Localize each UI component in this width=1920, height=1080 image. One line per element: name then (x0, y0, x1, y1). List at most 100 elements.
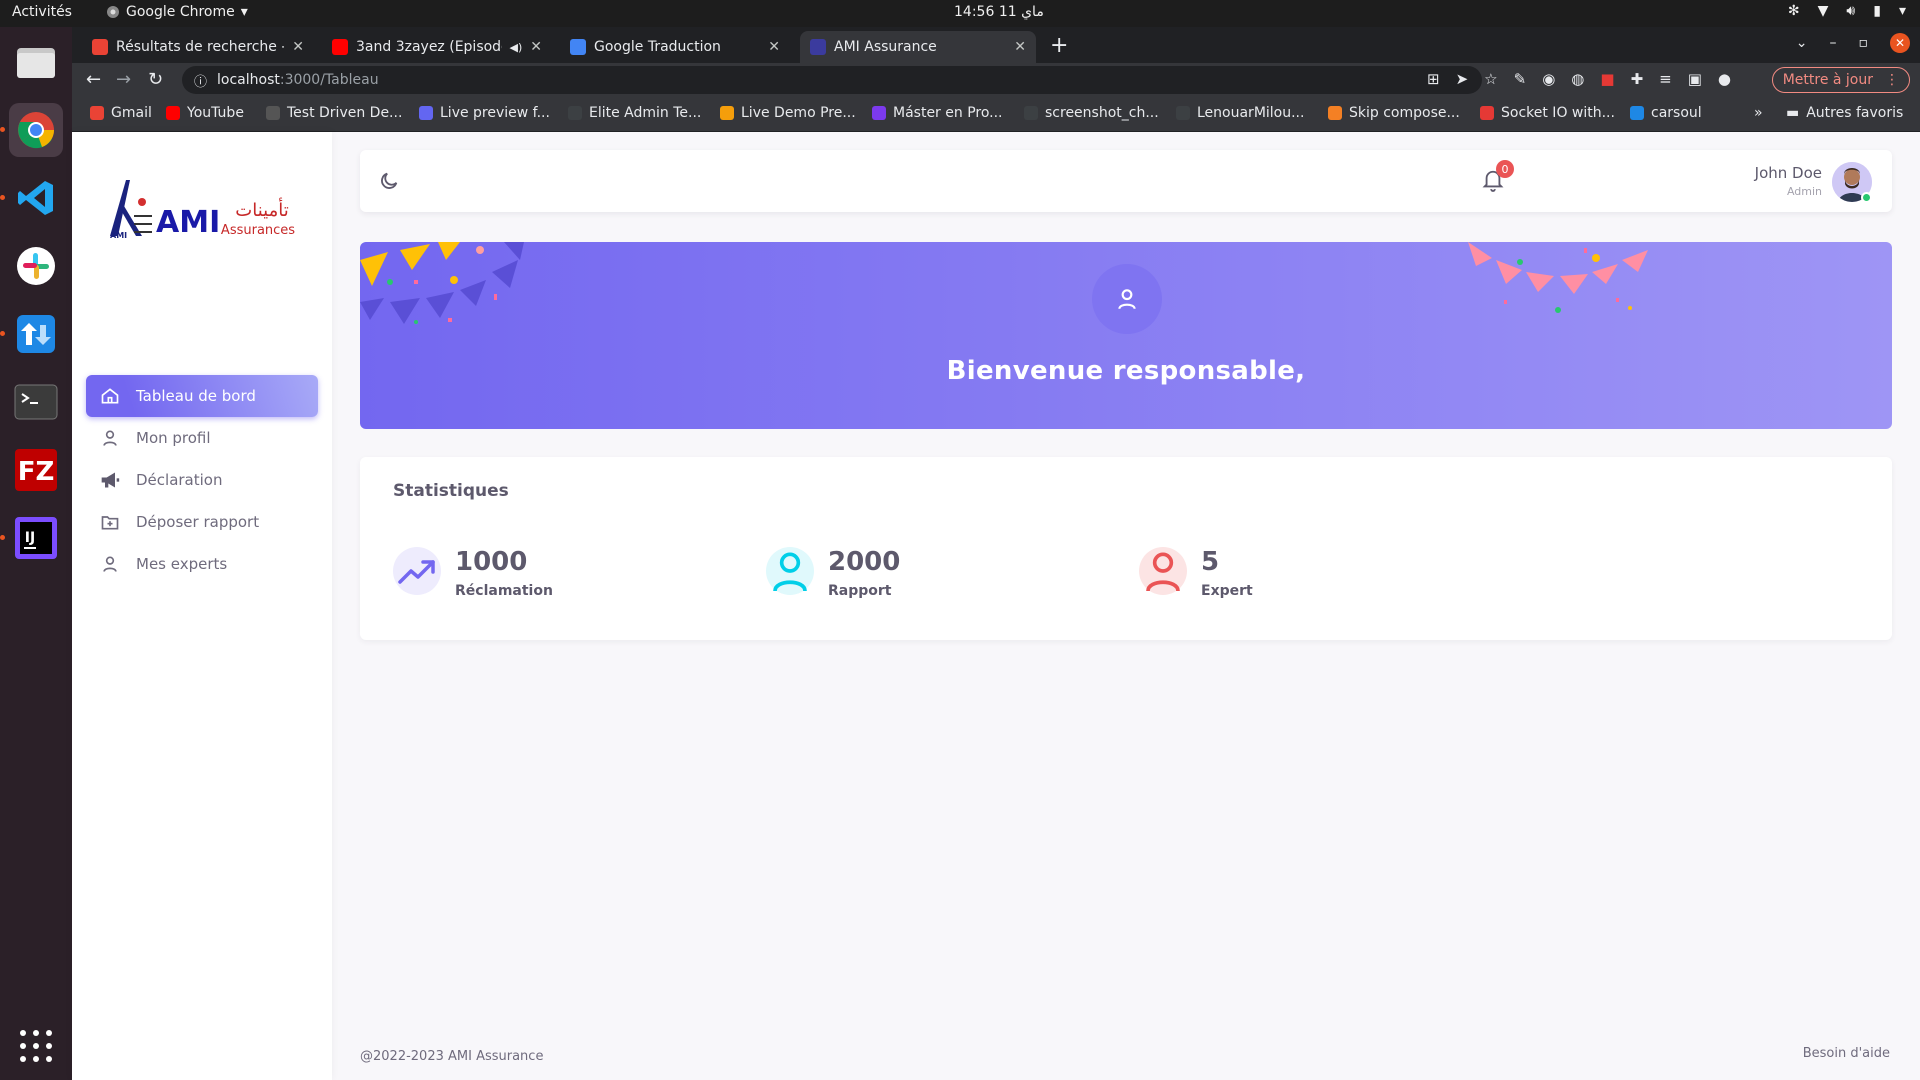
bookmark-lenouar[interactable]: LenouarMilou... (1176, 105, 1304, 121)
filezilla-icon: FZ (15, 449, 57, 491)
banner-user-avatar (1092, 264, 1162, 334)
volume-icon[interactable]: 🔊︎ (1846, 3, 1855, 19)
sidebar-item-mes-experts[interactable]: Mes experts (86, 543, 318, 585)
new-tab-button[interactable]: + (1050, 33, 1068, 58)
dock-vscode[interactable] (0, 171, 63, 225)
back-arrow-icon[interactable]: ← (86, 69, 101, 90)
more-vert-icon[interactable]: ⋮ (1885, 72, 1899, 88)
tab-search-icon[interactable]: ⌄ (1796, 35, 1808, 51)
reload-icon[interactable]: ↻ (148, 69, 163, 90)
dock-chrome[interactable] (0, 103, 63, 157)
close-tab-icon[interactable]: ✕ (292, 39, 304, 55)
browser-tab-ami[interactable]: AMI Assurance ✕ (800, 31, 1036, 63)
sidebar-item-label: Déclaration (136, 471, 223, 489)
folder-icon: ▬ (1786, 105, 1800, 121)
dock-filezilla[interactable]: FZ (9, 443, 63, 497)
dock-terminal[interactable] (9, 375, 63, 429)
puzzle-icon[interactable]: ✚ (1631, 70, 1644, 88)
upload-download-icon (17, 315, 55, 353)
pen-extension-icon[interactable]: ✎ (1514, 70, 1527, 88)
update-chrome-button[interactable]: Mettre à jour ⋮ (1771, 67, 1910, 93)
app-menu[interactable]: Google Chrome ▾ (106, 4, 248, 20)
forward-arrow-icon[interactable]: → (116, 69, 131, 90)
browser-tab-gmail[interactable]: Résultats de recherche - b ✕ (82, 31, 314, 63)
gmail-icon (90, 106, 104, 120)
system-tray[interactable]: ✻ ▼ 🔊︎ ▮ ▾ (1788, 3, 1906, 19)
svg-text:FZ: FZ (18, 457, 55, 487)
sidebar-item-declaration[interactable]: Déclaration (86, 459, 318, 501)
dock-intellij[interactable]: IJ (0, 511, 63, 565)
user-icon (100, 428, 120, 448)
battery-icon[interactable]: ▮ (1873, 3, 1881, 19)
bookmark-favicon-icon (1480, 106, 1494, 120)
clock[interactable]: ماي 11 14:56 (954, 4, 1044, 20)
close-window-button[interactable]: ✕ (1890, 33, 1910, 53)
dock-files[interactable] (9, 35, 63, 89)
bookmark-gmail[interactable]: Gmail (90, 105, 152, 121)
audio-playing-icon[interactable]: ◀) (510, 41, 523, 54)
profile-icon[interactable]: ● (1718, 70, 1731, 88)
sidebar-item-mon-profil[interactable]: Mon profil (86, 417, 318, 459)
user-icon (766, 547, 814, 595)
welcome-banner: Bienvenue responsable, (360, 242, 1892, 429)
dock-slack[interactable] (9, 239, 63, 293)
moon-icon[interactable] (378, 170, 400, 196)
sidebar-item-tableau-de-bord[interactable]: Tableau de bord (86, 375, 318, 417)
bookmark-star-icon[interactable]: ☆ (1484, 70, 1497, 88)
side-panel-icon[interactable]: ▣ (1688, 70, 1702, 88)
intellij-icon: IJ (15, 517, 57, 559)
ami-logo[interactable]: AMI AMI تأمينات Assurances (106, 166, 306, 246)
megaphone-icon (100, 470, 120, 490)
media-control-icon[interactable]: ≡ (1659, 70, 1672, 88)
bookmark-carsoul[interactable]: carsoul (1630, 105, 1702, 121)
welcome-title: Bienvenue responsable, (946, 356, 1306, 386)
power-menu-icon[interactable]: ▾ (1899, 3, 1906, 19)
svg-text:AMI: AMI (156, 205, 220, 240)
color-extension-icon[interactable]: ◉ (1542, 70, 1555, 88)
translate-page-icon[interactable]: ⊞ (1427, 70, 1440, 88)
site-info-icon[interactable]: ⓘ (194, 71, 207, 90)
file-plus-icon (100, 512, 120, 532)
sidebar-item-label: Tableau de bord (136, 387, 256, 405)
bookmark-favicon-icon (266, 106, 280, 120)
url-path: :3000/Tableau (279, 72, 379, 88)
bookmark-elite-admin[interactable]: Elite Admin Te... (568, 105, 701, 121)
sidebar-item-deposer-rapport[interactable]: Déposer rapport (86, 501, 318, 543)
bookmark-live-preview[interactable]: Live preview f... (419, 105, 550, 121)
show-applications-icon[interactable] (20, 1030, 52, 1062)
more-bookmarks-icon[interactable]: » (1754, 105, 1763, 121)
bookmark-favicon-icon (568, 106, 582, 120)
extensions-area: ⊞ ➤ ☆ ✎ ◉ ◍ ■ ✚ ≡ ▣ ● (1427, 70, 1731, 88)
close-tab-icon[interactable]: ✕ (768, 39, 780, 55)
notification-badge: 0 (1496, 160, 1514, 178)
bookmark-screenshot[interactable]: screenshot_ch... (1024, 105, 1159, 121)
sidebar-item-label: Mon profil (136, 429, 211, 447)
wifi-icon[interactable]: ▼ (1818, 3, 1829, 19)
slack-tray-icon[interactable]: ✻ (1788, 3, 1800, 19)
bookmark-test-driven[interactable]: Test Driven De... (266, 105, 402, 121)
other-bookmarks[interactable]: ▬ Autres favoris (1786, 105, 1903, 121)
minimize-button[interactable]: – (1830, 35, 1837, 51)
send-icon[interactable]: ➤ (1456, 70, 1469, 88)
browser-tab-translate[interactable]: Google Traduction ✕ (560, 31, 790, 63)
stat-expert: 5 Expert (1139, 547, 1253, 599)
browser-tab-youtube[interactable]: 3and 3zayez (Episode ◀) ✕ (322, 31, 552, 63)
close-tab-icon[interactable]: ✕ (1014, 39, 1026, 55)
user-name[interactable]: John Doe (1755, 164, 1822, 182)
close-tab-icon[interactable]: ✕ (530, 39, 542, 55)
restore-button[interactable]: ▫ (1859, 35, 1869, 51)
system-top-bar: Activités Google Chrome ▾ ماي 11 14:56 ✻… (0, 0, 1920, 27)
bookmark-skip-compose[interactable]: Skip compose... (1328, 105, 1460, 121)
bookmark-socket-io[interactable]: Socket IO with... (1480, 105, 1615, 121)
address-bar[interactable]: ⓘ localhost:3000/Tableau (182, 66, 1482, 94)
dock-transfer-app[interactable] (0, 307, 63, 361)
bookmark-youtube[interactable]: YouTube (166, 105, 244, 121)
gmail-icon (92, 39, 108, 55)
help-link[interactable]: Besoin d'aide (1803, 1046, 1890, 1061)
bookmark-live-demo[interactable]: Live Demo Pre... (720, 105, 856, 121)
page-content: AMI AMI تأمينات Assurances Tableau de bo… (72, 132, 1920, 1080)
bookmark-master[interactable]: Máster en Pro... (872, 105, 1003, 121)
extension-icon[interactable]: ◍ (1571, 70, 1584, 88)
activities-button[interactable]: Activités (12, 4, 72, 20)
video-extension-icon[interactable]: ■ (1600, 70, 1614, 88)
